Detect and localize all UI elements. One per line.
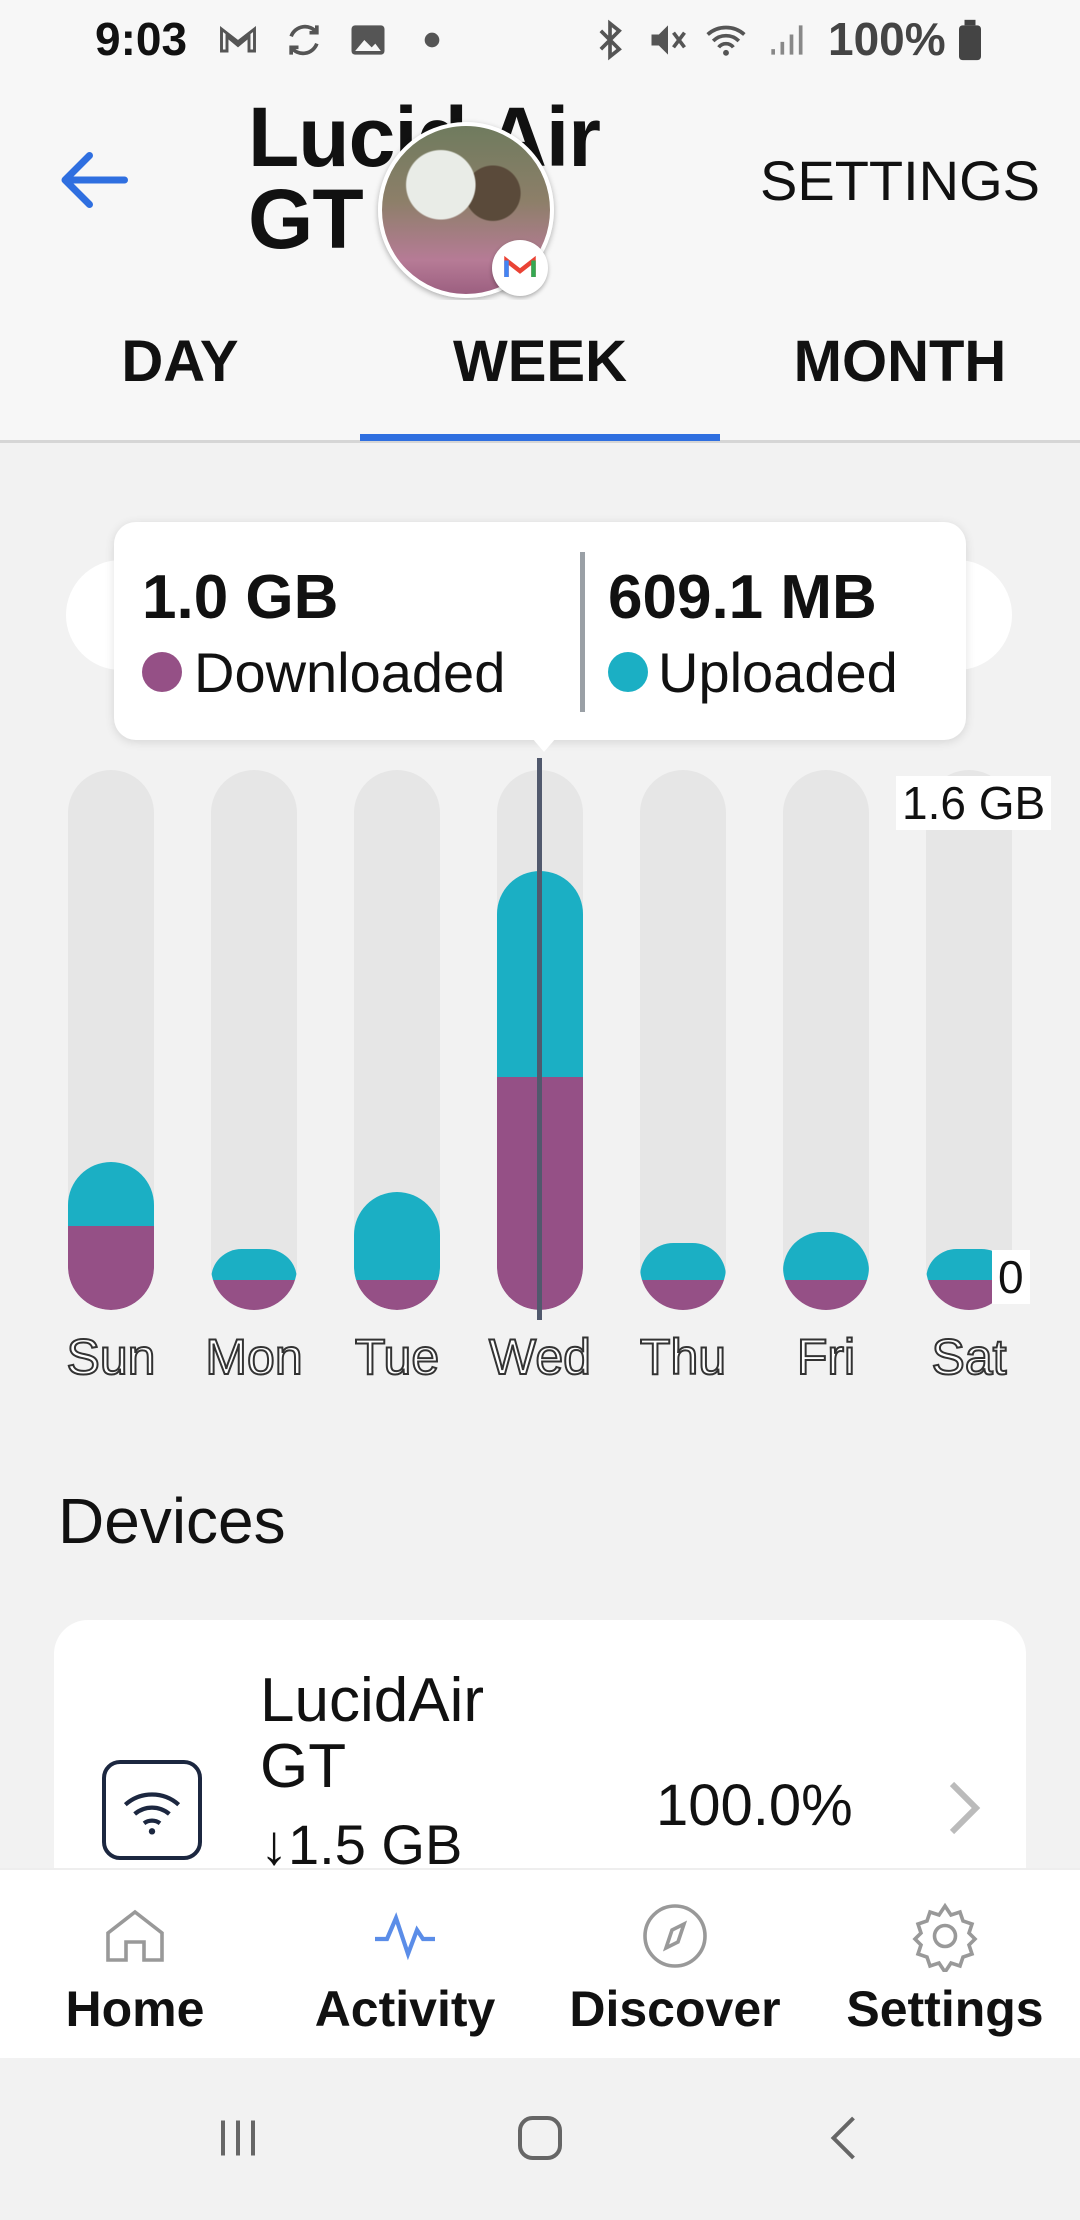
nav-discover-label: Discover	[569, 1981, 781, 2037]
nav-discover[interactable]: Discover	[540, 1900, 810, 2050]
battery-percent: 100%	[828, 13, 946, 65]
battery-icon	[959, 19, 981, 61]
day-label-sat: Sat	[930, 1328, 1007, 1386]
bar-downloaded-mon	[211, 1279, 297, 1310]
uploaded-label: Uploaded	[658, 641, 898, 704]
bar-track-mon[interactable]	[211, 770, 297, 1310]
bar-uploaded-mon	[211, 1249, 297, 1280]
gear-icon	[912, 1902, 978, 1972]
nav-settings-label: Settings	[846, 1981, 1044, 2037]
settings-link[interactable]: SETTINGS	[760, 148, 1040, 213]
wifi-icon	[123, 1792, 181, 1835]
bar-uploaded-thu	[640, 1242, 726, 1280]
bar-fri	[783, 1232, 869, 1310]
downloaded-value: 1.0 GB	[142, 563, 339, 632]
day-label-thu: Thu	[639, 1328, 727, 1386]
y-max-label: 1.6 GB	[896, 776, 1052, 830]
device-percent: 100.0%	[656, 1773, 853, 1838]
status-time: 9:03	[95, 13, 188, 65]
tab-day[interactable]: DAY	[0, 328, 360, 395]
device-wifi-icon	[102, 1760, 202, 1860]
tab-month[interactable]: MONTH	[720, 328, 1080, 395]
day-label-fri: Fri	[796, 1328, 856, 1386]
tab-week[interactable]: WEEK	[360, 328, 720, 395]
gmail-icon	[220, 26, 256, 53]
bar-uploaded-tue	[354, 1191, 440, 1280]
image-icon	[351, 25, 385, 55]
activity-icon	[375, 1912, 435, 1961]
day-label-wed: Wed	[488, 1328, 592, 1386]
tooltip-pointer	[532, 738, 556, 752]
uploaded-dot	[608, 652, 648, 692]
arrow-left-icon[interactable]	[58, 150, 128, 210]
day-label-tue: Tue	[354, 1328, 440, 1386]
system-nav-bar	[0, 2058, 1080, 2220]
bar-track-thu[interactable]	[640, 770, 726, 1310]
mute-icon	[651, 25, 686, 55]
bar-track-tue[interactable]	[354, 770, 440, 1310]
usage-tooltip: 1.0 GB Downloaded 609.1 MB Uploaded	[114, 522, 966, 740]
sync-icon	[289, 24, 319, 56]
selected-day-cursor	[537, 758, 542, 1320]
uploaded-value: 609.1 MB	[608, 563, 877, 632]
compass-icon	[643, 1904, 707, 1968]
bar-downloaded-sun	[68, 1225, 154, 1310]
bar-track-fri[interactable]	[783, 770, 869, 1310]
gmail-logo-icon	[504, 255, 536, 277]
home-button-icon[interactable]	[510, 2108, 570, 2168]
recent-apps-icon[interactable]	[208, 2108, 268, 2168]
nav-home-label: Home	[65, 1981, 205, 2037]
bar-mon	[211, 1249, 297, 1310]
gmail-badge	[492, 240, 548, 296]
active-tab-indicator	[360, 434, 720, 441]
nav-settings[interactable]: Settings	[810, 1900, 1080, 2050]
dot-icon	[424, 32, 440, 48]
devices-heading: Devices	[58, 1485, 286, 1557]
bar-downloaded-thu	[640, 1279, 726, 1310]
bar-downloaded-fri	[783, 1279, 869, 1310]
downloaded-dot	[142, 652, 182, 692]
day-label-sun: Sun	[66, 1328, 157, 1386]
y-min-label: 0	[992, 1250, 1030, 1304]
downloaded-label: Downloaded	[194, 641, 506, 704]
bar-track-sat[interactable]	[926, 770, 1012, 1310]
bar-thu	[640, 1242, 726, 1310]
home-icon	[106, 1909, 164, 1962]
nav-home[interactable]: Home	[0, 1900, 270, 2050]
bar-track-sun[interactable]	[68, 770, 154, 1310]
wifi-icon	[706, 25, 746, 56]
bar-downloaded-tue	[354, 1279, 440, 1310]
bar-uploaded-sun	[68, 1161, 154, 1226]
back-button-icon[interactable]	[816, 2108, 876, 2168]
nav-activity[interactable]: Activity	[270, 1900, 540, 2050]
bar-tue	[354, 1191, 440, 1310]
nav-activity-label: Activity	[314, 1981, 496, 2037]
day-label-mon: Mon	[204, 1328, 303, 1386]
bar-uploaded-fri	[783, 1232, 869, 1280]
bluetooth-icon	[599, 19, 622, 61]
device-name: LucidAir GT	[260, 1666, 484, 1801]
bar-sun	[68, 1161, 154, 1310]
tooltip-divider	[580, 552, 585, 712]
signal-icon	[771, 25, 803, 55]
chevron-right-icon[interactable]	[944, 1778, 984, 1838]
